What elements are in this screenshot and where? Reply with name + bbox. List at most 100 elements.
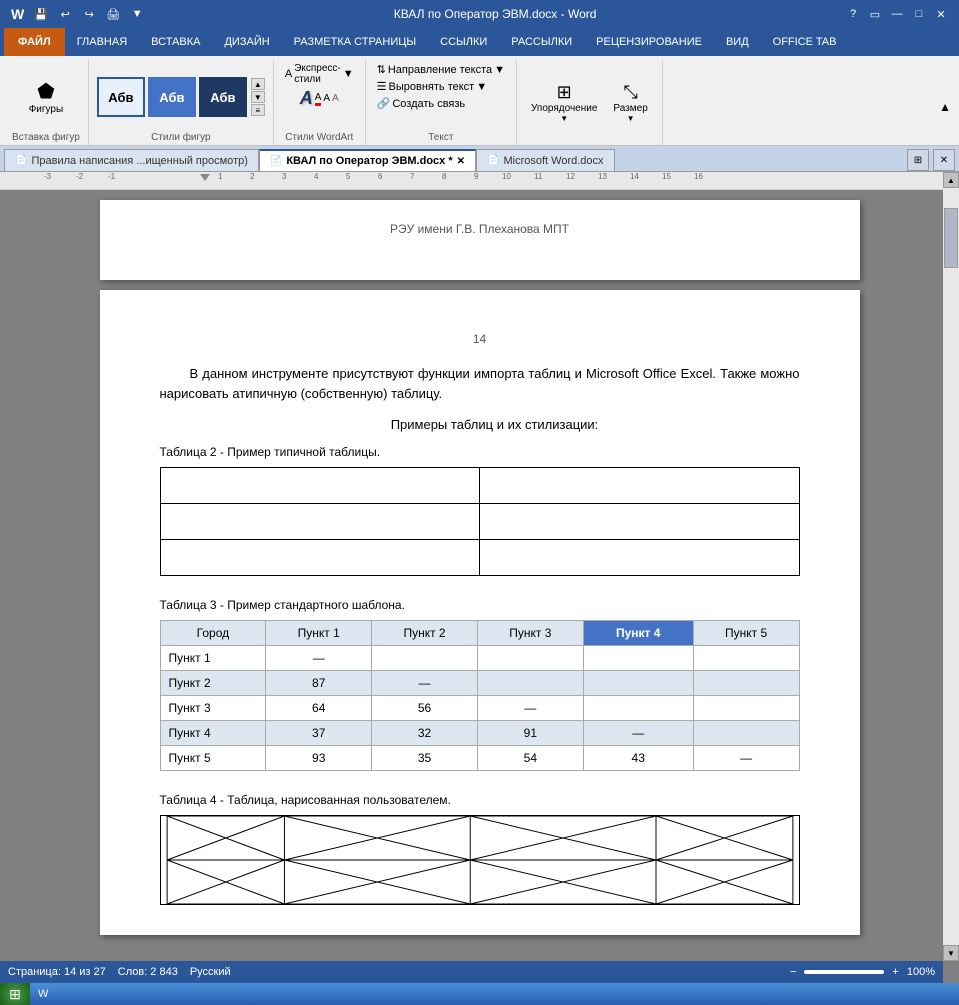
style-box-2[interactable]: Абв — [148, 77, 196, 117]
align-text-label: Выровнять текст — [389, 81, 475, 93]
doc-tab-kval-close[interactable]: ✕ — [457, 156, 465, 167]
doc-tab-msword-icon: 📄 — [487, 155, 499, 166]
zoom-in-icon[interactable]: + — [892, 966, 898, 978]
ribbon-group-styles-content: Абв Абв Абв ▲ ▼ ≡ — [97, 62, 265, 132]
express-styles-btn[interactable]: A Экспресс-стили ▼ — [282, 62, 357, 86]
tab-review[interactable]: РЕЦЕНЗИРОВАНИЕ — [584, 28, 714, 56]
style-scroll-down[interactable]: ▼ — [251, 91, 265, 103]
arrange-icon: ⊞ — [557, 82, 572, 103]
help-btn[interactable]: ? — [843, 4, 863, 24]
ribbon-body: ⬟ Фигуры Вставка фигур Абв Абв Абв ▲ ▼ ≡… — [0, 56, 959, 146]
shapes-icon: ⬟ — [37, 79, 54, 104]
table3-row2: Пункт 2 87 — — [160, 670, 799, 695]
ruler-mark-2: 2 — [250, 172, 254, 181]
title-bar-controls: ? ▭ — □ ✕ — [843, 4, 951, 24]
text-direction-btn[interactable]: ⇅ Направление текста ▼ — [374, 62, 508, 77]
t3-r2-c1: 87 — [266, 670, 372, 695]
content-area: РЭУ имени Г.В. Плеханова МПТ 14 В данном… — [0, 190, 959, 983]
table4 — [160, 815, 800, 905]
table3-row1: Пункт 1 — — [160, 645, 799, 670]
ruler: -3 -2 -1 1 2 3 4 5 6 7 8 9 10 11 12 13 1… — [0, 172, 959, 190]
tab-officetab[interactable]: OFFICE TAB — [761, 28, 849, 56]
style-scroll-up[interactable]: ▲ — [251, 78, 265, 90]
t3-r1-c5 — [693, 645, 799, 670]
scroll-track[interactable] — [943, 188, 959, 945]
align-dropdown: ▼ — [476, 81, 487, 93]
table2 — [160, 467, 800, 576]
style-box-1[interactable]: Абв — [97, 77, 145, 117]
redo-quick-btn[interactable]: ↪ — [79, 4, 99, 24]
arrange-btn[interactable]: ⊞ Упорядочение ▼ — [525, 80, 603, 125]
zoom-slider[interactable] — [804, 970, 884, 974]
table3-col-p2: Пункт 2 — [372, 620, 478, 645]
doc-tab-kval[interactable]: 📄 КВАЛ по Оператор ЭВМ.docx * ✕ — [259, 149, 476, 171]
ruler-indent-left — [200, 174, 210, 181]
scroll-thumb[interactable] — [944, 208, 958, 268]
wordart-group-label: Стили WordArt — [285, 132, 353, 145]
ruler-mark-6: 6 — [378, 172, 382, 181]
doc-tab-close-all-btn[interactable]: ✕ — [933, 149, 955, 171]
create-link-btn[interactable]: 🔗 Создать связь — [374, 96, 469, 111]
doc-tab-rules-label: Правила написания ...ищенный просмотр) — [31, 155, 247, 167]
ruler-mark-9: 9 — [474, 172, 478, 181]
page-info: Страница: 14 из 27 — [8, 966, 106, 978]
table2-cell-1-2 — [480, 467, 800, 503]
ribbon-group-shapes: ⬟ Фигуры Вставка фигур — [4, 60, 89, 145]
tab-insert[interactable]: ВСТАВКА — [139, 28, 212, 56]
ribbon-group-wordart: A Экспресс-стили ▼ A A A A Стили WordArt — [274, 60, 366, 145]
start-button[interactable]: ⊞ — [0, 983, 30, 1005]
tab-file[interactable]: ФАЙЛ — [4, 28, 65, 56]
style-scroll: ▲ ▼ ≡ — [251, 78, 265, 116]
shapes-group-label: Вставка фигур — [12, 132, 80, 145]
ruler-mark-14: 14 — [630, 172, 639, 181]
ribbon-collapse-btn[interactable]: ▲ — [939, 100, 951, 114]
taskbar-word-icon: W — [38, 988, 48, 1000]
tab-mailings[interactable]: РАССЫЛКИ — [499, 28, 584, 56]
table2-cell-2-2 — [480, 503, 800, 539]
tab-design[interactable]: ДИЗАЙН — [212, 28, 281, 56]
customize-quick-btn[interactable]: ▼ — [127, 4, 147, 24]
shapes-button[interactable]: ⬟ Фигуры — [23, 77, 69, 117]
scroll-down-btn[interactable]: ▼ — [943, 945, 959, 961]
align-text-btn[interactable]: ☰ Выровнять текст ▼ — [374, 79, 490, 94]
language-status: Русский — [190, 966, 231, 978]
tab-view[interactable]: ВИД — [714, 28, 761, 56]
ruler-mark-12: 12 — [566, 172, 575, 181]
ribbon-options-btn[interactable]: ▭ — [865, 4, 885, 24]
minimize-btn[interactable]: — — [887, 4, 907, 24]
table3-col-p5: Пункт 5 — [693, 620, 799, 645]
style-scroll-more[interactable]: ≡ — [251, 104, 265, 116]
t3-r1-c0: Пункт 1 — [160, 645, 266, 670]
title-bar-left: W 💾 ↩ ↪ 🖨 ▼ — [8, 4, 147, 24]
doc-tab-msword[interactable]: 📄 Microsoft Word.docx — [476, 149, 615, 171]
maximize-btn[interactable]: □ — [909, 4, 929, 24]
ribbon-group-styles: Абв Абв Абв ▲ ▼ ≡ Стили фигур — [89, 60, 274, 145]
page2-number: 14 — [160, 330, 800, 348]
print-quick-btn[interactable]: 🖨 — [103, 4, 123, 24]
tab-links[interactable]: ССЫЛКИ — [428, 28, 499, 56]
ruler-mark-8: 8 — [442, 172, 446, 181]
tab-main[interactable]: ГЛАВНАЯ — [65, 28, 139, 56]
table2-caption: Таблица 2 - Пример типичной таблицы. — [160, 443, 800, 461]
table2-cell-3-2 — [480, 539, 800, 575]
style-box-3[interactable]: Абв — [199, 77, 247, 117]
size-btn[interactable]: ⤡ Размер ▼ — [607, 80, 653, 125]
undo-quick-btn[interactable]: ↩ — [55, 4, 75, 24]
status-bar: Страница: 14 из 27 Слов: 2 843 Русский −… — [0, 961, 943, 983]
taskbar-word-item[interactable]: W — [30, 986, 56, 1002]
text-direction-dropdown: ▼ — [494, 64, 505, 76]
tab-pagelayout[interactable]: РАЗМЕТКА СТРАНИЦЫ — [282, 28, 428, 56]
doc-tab-rules[interactable]: 📄 Правила написания ...ищенный просмотр) — [4, 149, 259, 171]
word-count: Слов: 2 843 — [118, 966, 178, 978]
doc-tab-new-btn[interactable]: ⊞ — [907, 149, 929, 171]
scroll-up-btn[interactable]: ▲ — [943, 172, 959, 188]
save-quick-btn[interactable]: 💾 — [31, 4, 51, 24]
ribbon-group-arrange: ⊞ Упорядочение ▼ ⤡ Размер ▼ — [517, 60, 663, 145]
zoom-out-icon[interactable]: − — [790, 966, 796, 978]
express-label: Экспресс-стили — [294, 63, 341, 85]
ruler-mark-15: 15 — [662, 172, 671, 181]
ruler-mark-n3: -3 — [44, 172, 51, 181]
ruler-mark-4: 4 — [314, 172, 318, 181]
ruler-mark-11: 11 — [534, 172, 542, 181]
close-btn[interactable]: ✕ — [931, 4, 951, 24]
